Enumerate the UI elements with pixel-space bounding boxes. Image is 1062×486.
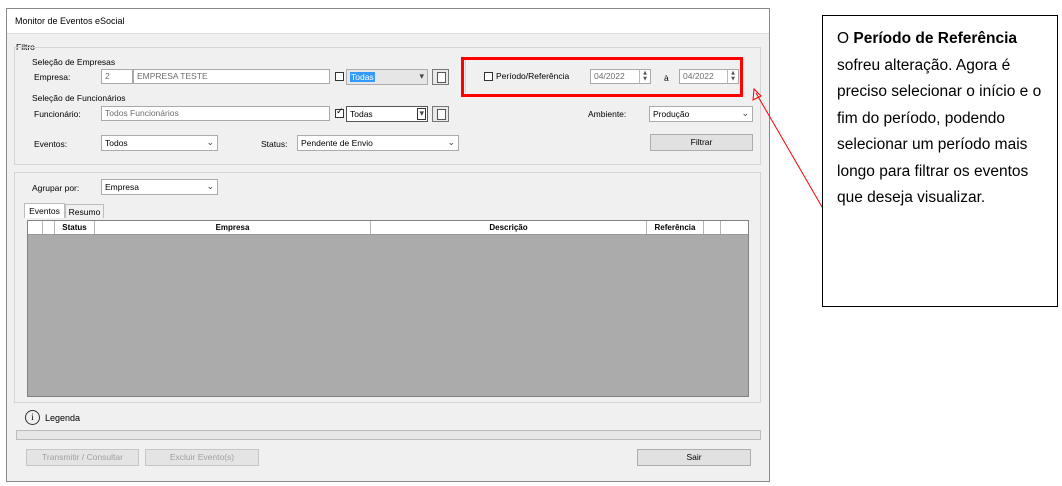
empresas-lookup-button[interactable] xyxy=(432,69,449,85)
periodo-highlight-box xyxy=(461,57,743,97)
chevron-down-icon: ▾ xyxy=(419,72,424,82)
filtrar-button[interactable]: Filtrar xyxy=(650,134,753,151)
empresas-todas-value: Todas xyxy=(350,72,375,82)
window-titlebar[interactable]: Monitor de Eventos eSocial xyxy=(7,9,769,34)
funcionario-label: Funcionário: xyxy=(34,109,81,119)
eventos-select[interactable]: Todos ⌄ xyxy=(101,135,218,151)
empresas-todas-select[interactable]: Todas ▾ xyxy=(346,69,428,85)
empresas-section-label: Seleção de Empresas xyxy=(32,57,116,67)
funcionarios-todas-checkbox[interactable] xyxy=(335,107,344,118)
funcionarios-lookup-button[interactable] xyxy=(432,106,449,122)
status-label: Status: xyxy=(261,139,288,149)
document-icon xyxy=(437,72,446,83)
ambiente-label: Ambiente: xyxy=(588,109,627,119)
status-value: Pendente de Envio xyxy=(301,138,373,148)
grid-select-all-checkbox[interactable] xyxy=(43,221,55,234)
grid-header: Status Empresa Descrição Referência xyxy=(28,221,748,235)
chevron-down-icon: ⌄ xyxy=(206,138,214,148)
document-icon xyxy=(437,109,446,120)
agrupar-value: Empresa xyxy=(105,182,140,192)
grid-column-extra[interactable] xyxy=(704,221,721,234)
grid-row-indicator-column xyxy=(28,221,43,234)
funcionario-field[interactable]: Todos Funcionários xyxy=(101,106,330,121)
annotation-text-end: sofreu alteração. Agora é preciso seleci… xyxy=(837,56,1042,207)
empresa-label: Empresa: xyxy=(34,72,71,82)
chevron-down-icon: ⌄ xyxy=(206,182,214,192)
transmitir-consultar-button[interactable]: Transmitir / Consultar xyxy=(26,449,139,466)
annotation-note: O Período de Referência sofreu alteração… xyxy=(822,15,1058,307)
tab-resumo[interactable]: Resumo xyxy=(65,204,104,218)
agrupar-label: Agrupar por: xyxy=(32,183,80,193)
grid-column-status[interactable]: Status xyxy=(55,221,95,234)
funcionarios-section-label: Seleção de Funcionários xyxy=(32,93,126,103)
window-title: Monitor de Eventos eSocial xyxy=(15,16,125,26)
grid-column-descricao[interactable]: Descrição xyxy=(371,221,647,234)
chevron-down-icon: ▾ xyxy=(417,108,426,120)
grid-column-referencia[interactable]: Referência xyxy=(647,221,704,234)
annotation-text-start: O xyxy=(837,30,854,47)
sair-button[interactable]: Sair xyxy=(637,449,751,466)
info-icon[interactable]: i xyxy=(25,410,40,425)
empresa-name-field[interactable]: EMPRESA TESTE xyxy=(133,69,330,84)
funcionarios-todas-value: Todas xyxy=(350,109,373,119)
legenda-label[interactable]: Legenda xyxy=(45,413,80,423)
chevron-down-icon: ⌄ xyxy=(447,138,455,148)
empresas-todas-checkbox[interactable] xyxy=(335,72,344,81)
ambiente-value: Produção xyxy=(653,109,690,119)
empresa-code-field[interactable]: 2 xyxy=(101,69,133,84)
eventos-value: Todos xyxy=(105,138,128,148)
status-select[interactable]: Pendente de Envio ⌄ xyxy=(297,135,459,151)
excluir-eventos-button[interactable]: Excluir Evento(s) xyxy=(145,449,259,466)
ambiente-select[interactable]: Produção ⌄ xyxy=(649,106,753,122)
eventos-label: Eventos: xyxy=(34,139,68,149)
annotation-text-bold: Período de Referência xyxy=(853,30,1018,47)
grid-column-empresa[interactable]: Empresa xyxy=(95,221,371,234)
tab-eventos[interactable]: Eventos xyxy=(24,203,65,218)
agrupar-select[interactable]: Empresa ⌄ xyxy=(101,179,218,195)
funcionarios-todas-select[interactable]: Todas ▾ xyxy=(346,106,428,122)
progress-bar xyxy=(16,430,761,440)
eventos-grid[interactable]: Status Empresa Descrição Referência xyxy=(27,220,749,397)
